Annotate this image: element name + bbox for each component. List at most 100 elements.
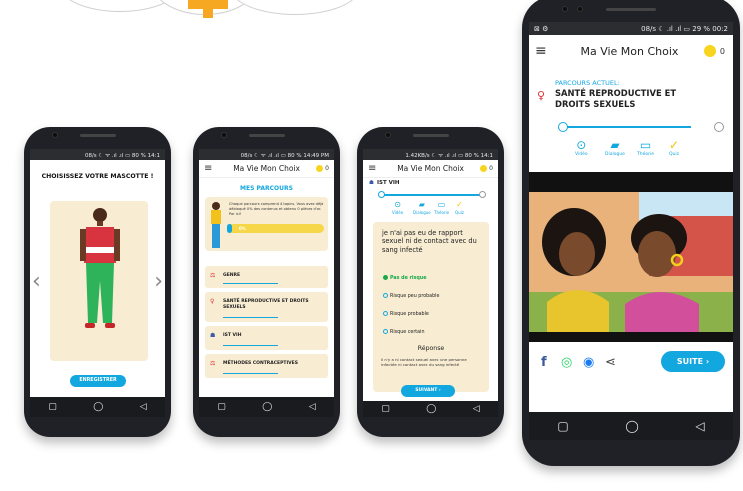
app-title: Ma Vie Mon Choix [397, 164, 464, 173]
answer-title: Réponse [417, 345, 445, 352]
option-pas-de-risque[interactable]: Pas de risque [383, 275, 426, 281]
continue-button[interactable]: SUITE › [661, 351, 725, 372]
book-icon: ▭ [639, 138, 652, 152]
home-icon[interactable]: ◯ [93, 402, 103, 412]
app-header: ≡ Ma Vie Mon Choix 0 [199, 160, 334, 178]
status-bar: 08/s ☾ ᯤ .ıl .ıl ▭ 80 % 14:1 [30, 149, 165, 160]
phone-video: ⊠ ⚙ 08/s ☾ .ıl .ıl ▭ 29 % 00:2 ≡ Ma Vie M… [522, 0, 740, 466]
shield-icon: ☗ [369, 180, 374, 186]
item-progress [223, 372, 278, 374]
mascot-avatar-icon [211, 202, 221, 248]
coin-count: 0 [325, 165, 329, 172]
home-icon[interactable]: ◯ [426, 404, 436, 414]
timeline-end-dot [479, 191, 486, 198]
option-probable[interactable]: Risque probable [383, 311, 429, 317]
intro-card: Chaque parcours comprend 4 topics. Vous … [205, 197, 328, 251]
back-icon[interactable]: ◁ [473, 404, 480, 414]
video-frame [529, 192, 733, 332]
timeline-start-dot [558, 122, 568, 132]
mascot-card [50, 201, 148, 361]
play-icon: ⊙ [576, 138, 587, 152]
back-icon[interactable]: ◁ [309, 402, 316, 412]
back-icon[interactable]: ◁ [140, 402, 147, 412]
coin-icon [316, 165, 324, 172]
coin-icon [480, 165, 488, 172]
check-icon: ✓ [456, 200, 463, 209]
progress-track: 0% [227, 224, 324, 233]
parcours-item-methodes[interactable]: ⚖ MÉTHODES CONTRACEPTIVES [205, 354, 328, 378]
next-button[interactable]: SUIVANT › [401, 385, 455, 397]
chat-icon: ▰ [418, 200, 425, 209]
phone-quiz: 1.42KB/s ☾ ᯤ .ıl .ıl ▭ 80 % 14:1 ≡ Ma Vi… [357, 127, 504, 437]
menu-icon[interactable]: ≡ [529, 43, 555, 59]
timeline-track [381, 194, 484, 196]
recent-apps-icon[interactable]: ▢ [48, 402, 57, 412]
coin-count: 0 [719, 46, 725, 56]
app-header: ≡ Ma Vie Mon Choix 0 [363, 160, 498, 178]
item-progress [223, 344, 278, 346]
menu-icon[interactable]: ≡ [199, 163, 217, 174]
whatsapp-icon[interactable]: ◎ [561, 355, 572, 370]
parcours-screen: 08/s ☾ ᯤ .ıl .ıl ▭ 80 % 14:49 PM ≡ Ma Vi… [199, 149, 334, 417]
app-title: Ma Vie Mon Choix [580, 44, 679, 58]
tab-quiz[interactable]: ✓ Quiz [669, 138, 680, 157]
female-icon: ♀ [537, 89, 546, 102]
parcours-title: MES PARCOURS [240, 185, 293, 192]
parcours-item-ist-vih[interactable]: ☗ IST VIH [205, 326, 328, 350]
play-icon: ⊙ [394, 200, 401, 209]
mascot-screen: 08/s ☾ ᯤ .ıl .ıl ▭ 80 % 14:1 CHOISISSEZ … [30, 149, 165, 417]
question-card: je n'ai pas eu de rapport sexuel ni de c… [373, 222, 489, 392]
cloud-shape [230, 0, 360, 15]
female-icon: ♀ [210, 298, 215, 305]
android-nav-bar: ▢ ◯ ◁ [363, 401, 498, 417]
android-nav-bar: ▢ ◯ ◁ [199, 397, 334, 417]
phone-mascot: 08/s ☾ ᯤ .ıl .ıl ▭ 80 % 14:1 CHOISISSEZ … [24, 127, 171, 437]
timeline-start-dot [378, 191, 385, 198]
recent-apps-icon[interactable]: ▢ [557, 420, 568, 432]
tab-dialogue[interactable]: ▰ Dialogue [605, 138, 625, 157]
app-title: Ma Vie Mon Choix [233, 164, 300, 173]
tab-theorie[interactable]: ▭ Théorie [637, 138, 654, 157]
recent-apps-icon[interactable]: ▢ [381, 404, 390, 414]
tab-video[interactable]: ⊙ Vidéo [392, 200, 403, 215]
option-certain[interactable]: Risque certain [383, 329, 424, 335]
menu-icon[interactable]: ≡ [363, 163, 381, 174]
scale-icon: ⚖ [210, 272, 216, 279]
back-icon[interactable]: ◁ [695, 420, 704, 432]
tab-quiz[interactable]: ✓ Quiz [455, 200, 464, 215]
recent-apps-icon[interactable]: ▢ [217, 402, 226, 412]
item-progress [223, 282, 278, 284]
messenger-icon[interactable]: ◉ [583, 355, 594, 370]
facebook-icon[interactable]: f [541, 355, 547, 370]
share-icon[interactable]: ⋖ [605, 355, 616, 370]
progress-label: 0% [239, 226, 246, 231]
chat-icon: ▰ [610, 138, 620, 152]
coin-count: 0 [489, 165, 493, 172]
answer-text: il n'y a ni contact sexuel avec une pers… [381, 357, 467, 368]
chevron-right-icon[interactable]: › [154, 271, 163, 293]
parcours-item-sante[interactable]: ♀ SANTÉ REPRODUCTIVE ET DROITS SEXUELS [205, 292, 328, 322]
shield-icon: ☗ [210, 332, 216, 339]
home-icon[interactable]: ◯ [262, 402, 272, 412]
promo-stage: 08/s ☾ ᯤ .ıl .ıl ▭ 80 % 14:1 CHOISISSEZ … [0, 0, 743, 491]
chevron-left-icon[interactable]: ‹ [32, 271, 41, 293]
question-text: je n'ai pas eu de rapport sexuel ni de c… [382, 229, 477, 254]
tab-dialogue[interactable]: ▰ Dialogue [413, 200, 431, 215]
parcours-item-genre[interactable]: ⚖ GENRE [205, 266, 328, 288]
mascot-figure[interactable] [50, 201, 148, 361]
android-nav-bar: ▢ ◯ ◁ [529, 412, 733, 440]
app-header: ≡ Ma Vie Mon Choix 0 [529, 35, 733, 67]
option-peu-probable[interactable]: Risque peu probable [383, 293, 439, 299]
mascot-title: CHOISISSEZ VOTRE MASCOTTE ! [41, 173, 154, 180]
intro-text: Chaque parcours comprend 4 topics. Vous … [229, 202, 324, 216]
tab-video[interactable]: ⊙ Vidéo [575, 138, 588, 157]
quiz-screen: 1.42KB/s ☾ ᯤ .ıl .ıl ▭ 80 % 14:1 ≡ Ma Vi… [363, 149, 498, 417]
current-path-label: PARCOURS ACTUEL: [555, 79, 620, 87]
video-player[interactable] [529, 172, 733, 342]
current-topic: SANTÉ REPRODUCTIVE ET DROITS SEXUELS [555, 88, 677, 109]
tab-theorie[interactable]: ▭ Théorie [434, 200, 449, 215]
status-bar: 1.42KB/s ☾ ᯤ .ıl .ıl ▭ 80 % 14:1 [363, 149, 498, 160]
save-button[interactable]: ENREGISTRER [70, 375, 126, 387]
check-icon: ✓ [669, 138, 680, 152]
home-icon[interactable]: ◯ [625, 420, 638, 432]
